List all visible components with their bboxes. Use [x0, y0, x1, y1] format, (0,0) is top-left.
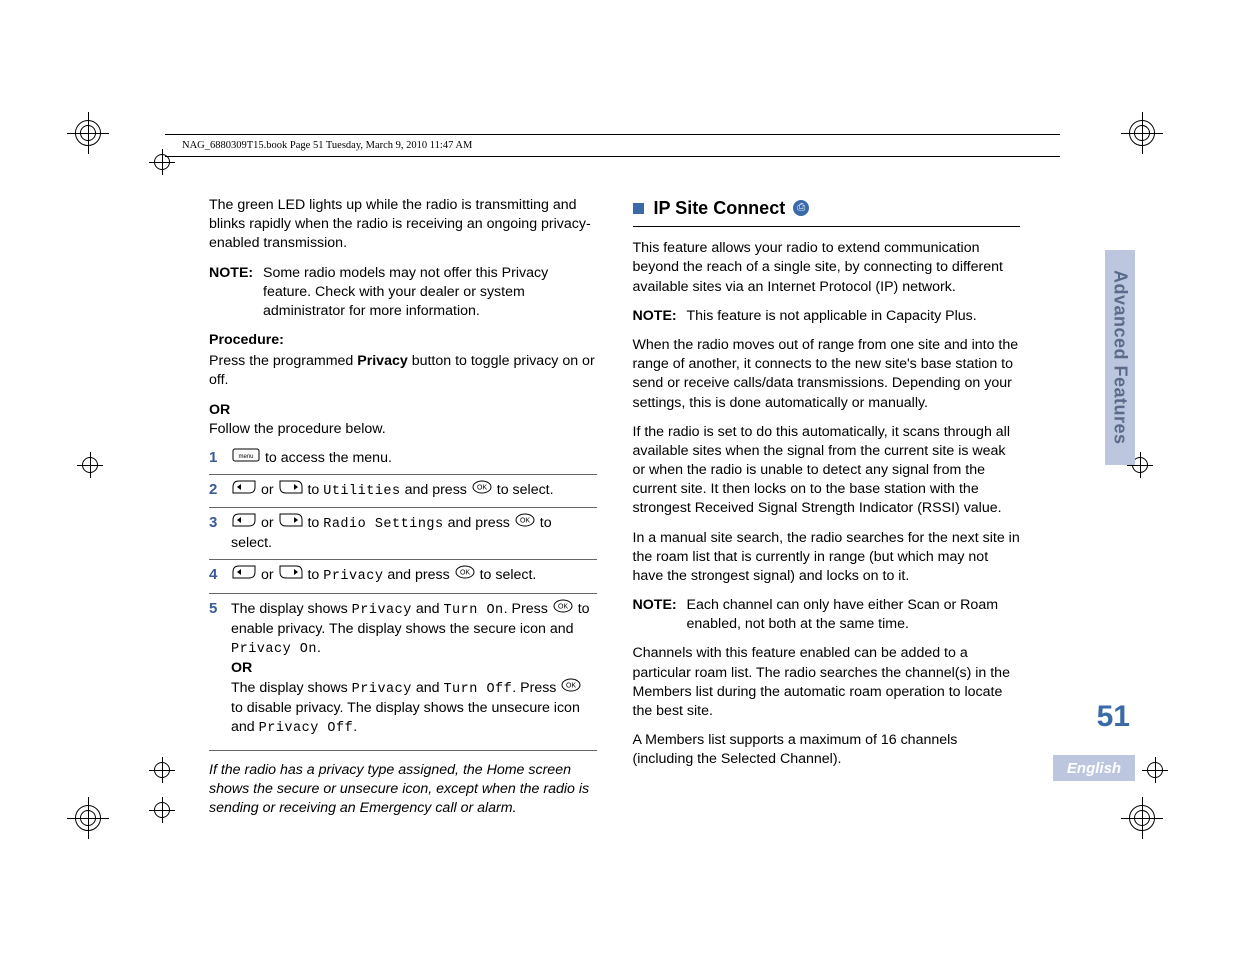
step-number: 4: [209, 565, 231, 586]
menu-button-icon: menu: [232, 448, 260, 468]
step-number: 1: [209, 448, 231, 468]
header-running-text: NAG_6880309T15.book Page 51 Tuesday, Mar…: [182, 140, 472, 151]
reg-mark-icon: [80, 455, 100, 475]
left-column: The green LED lights up while the radio …: [209, 196, 597, 854]
left-arrow-button-icon: [232, 480, 256, 500]
or-label: OR: [231, 660, 252, 676]
svg-text:menu: menu: [238, 454, 253, 460]
right-column: IP Site Connect ⎙ This feature allows yo…: [633, 196, 1061, 854]
ok-button-icon: OK: [455, 565, 475, 585]
paragraph: Press the programmed Privacy button to t…: [209, 352, 597, 390]
left-arrow-button-icon: [232, 565, 256, 585]
svg-text:OK: OK: [558, 603, 568, 610]
paragraph: This feature allows your radio to extend…: [633, 239, 1021, 297]
step-item: 5 The display shows Privacy and Turn On.…: [209, 594, 597, 745]
crop-mark-icon: [1129, 120, 1155, 146]
note-label: NOTE:: [633, 596, 687, 634]
right-arrow-button-icon: [279, 565, 303, 585]
header-rule-bottom: [165, 156, 1060, 157]
svg-text:OK: OK: [566, 683, 576, 690]
right-arrow-button-icon: [279, 480, 303, 500]
right-arrow-button-icon: [279, 513, 303, 533]
page-number: 51: [1097, 700, 1130, 734]
procedure-heading: Procedure:: [209, 332, 284, 348]
left-arrow-button-icon: [232, 513, 256, 533]
ok-button-icon: OK: [553, 599, 573, 619]
section-tab: Advanced Features: [1105, 250, 1135, 465]
section-tab-label: Advanced Features: [1110, 270, 1131, 445]
svg-text:OK: OK: [520, 518, 530, 525]
paragraph: When the radio moves out of range from o…: [633, 336, 1021, 413]
section-bullet-icon: [633, 203, 644, 214]
step-number: 5: [209, 599, 231, 739]
note-block: NOTE: Some radio models may not offer th…: [209, 264, 597, 322]
step-item: 3 or to Radio Settings and press OK to s…: [209, 508, 597, 560]
note-label: NOTE:: [209, 264, 263, 322]
paragraph: In a manual site search, the radio searc…: [633, 529, 1021, 587]
step-number: 3: [209, 513, 231, 553]
crop-mark-icon: [75, 805, 101, 831]
header-rule-top: [165, 134, 1060, 135]
ok-button-icon: OK: [515, 513, 535, 533]
page-content: The green LED lights up while the radio …: [209, 196, 1060, 854]
paragraph: Channels with this feature enabled can b…: [633, 644, 1021, 721]
note-label: NOTE:: [633, 307, 687, 326]
or-label: OR: [209, 402, 230, 418]
crop-mark-icon: [75, 120, 101, 146]
svg-text:OK: OK: [477, 485, 487, 492]
note-block: NOTE: This feature is not applicable in …: [633, 307, 1021, 326]
reg-mark-icon: [152, 152, 172, 172]
note-block: NOTE: Each channel can only have either …: [633, 596, 1021, 634]
step-number: 2: [209, 480, 231, 501]
paragraph: A Members list supports a maximum of 16 …: [633, 731, 1021, 769]
paragraph: Follow the procedure below.: [209, 420, 597, 439]
note-text: Some radio models may not offer this Pri…: [263, 264, 597, 322]
note-text: This feature is not applicable in Capaci…: [687, 307, 1021, 326]
step-item: 4 or to Privacy and press OK to select.: [209, 560, 597, 593]
paragraph: If the radio is set to do this automatic…: [633, 423, 1021, 519]
step-item: 2 or to Utilities and press OK to select…: [209, 475, 597, 508]
language-bar: English: [1053, 755, 1135, 781]
section-rule: [633, 226, 1021, 227]
steps-list: 1 menu to access the menu. 2 or to Utili…: [209, 443, 597, 745]
reg-mark-icon: [152, 800, 172, 820]
language-label: English: [1067, 760, 1121, 777]
note-text: Each channel can only have either Scan o…: [687, 596, 1021, 634]
feature-badge-icon: ⎙: [793, 200, 809, 216]
italic-note: If the radio has a privacy type assigned…: [209, 761, 597, 819]
reg-mark-icon: [1145, 760, 1165, 780]
ok-button-icon: OK: [472, 480, 492, 500]
section-heading: IP Site Connect ⎙: [633, 196, 1021, 220]
svg-text:OK: OK: [460, 570, 470, 577]
reg-mark-icon: [152, 760, 172, 780]
crop-mark-icon: [1129, 805, 1155, 831]
step-item: 1 menu to access the menu.: [209, 443, 597, 475]
paragraph: The green LED lights up while the radio …: [209, 196, 597, 254]
section-title: IP Site Connect: [654, 196, 786, 220]
ok-button-icon: OK: [561, 678, 581, 698]
